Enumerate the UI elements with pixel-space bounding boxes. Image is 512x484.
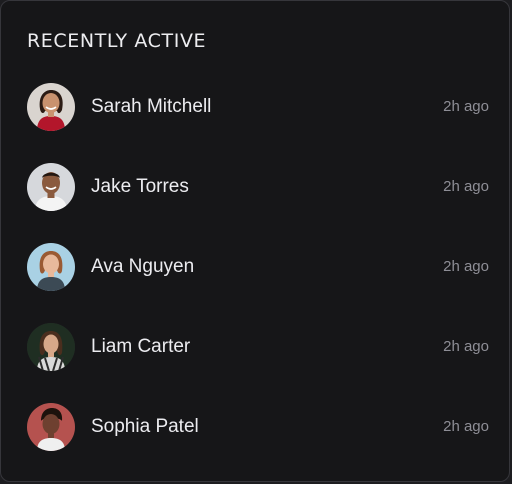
user-list-item[interactable]: Jake Torres 2h ago — [1, 159, 511, 215]
person-avatar-icon — [27, 403, 75, 451]
avatar — [27, 323, 75, 371]
user-list-item[interactable]: Sarah Mitchell 2h ago — [1, 79, 511, 135]
last-active-time: 2h ago — [443, 258, 489, 275]
recently-active-panel: RECENTLY ACTIVE Sarah Mitchell 2h ago Ja… — [0, 0, 510, 482]
user-name: Sophia Patel — [91, 416, 199, 437]
user-name: Jake Torres — [91, 176, 189, 197]
user-list-item[interactable]: Liam Carter 2h ago — [1, 319, 511, 375]
person-avatar-icon — [27, 83, 75, 131]
avatar — [27, 243, 75, 291]
user-list-item[interactable]: Ava Nguyen 2h ago — [1, 239, 511, 295]
avatar — [27, 163, 75, 211]
person-avatar-icon — [27, 243, 75, 291]
avatar — [27, 403, 75, 451]
last-active-time: 2h ago — [443, 338, 489, 355]
last-active-time: 2h ago — [443, 418, 489, 435]
user-list-item[interactable]: Sophia Patel 2h ago — [1, 399, 511, 455]
user-name: Liam Carter — [91, 336, 191, 357]
person-avatar-icon — [27, 163, 75, 211]
last-active-time: 2h ago — [443, 98, 489, 115]
user-name: Ava Nguyen — [91, 256, 195, 277]
last-active-time: 2h ago — [443, 178, 489, 195]
user-name: Sarah Mitchell — [91, 96, 212, 117]
avatar — [27, 83, 75, 131]
person-avatar-icon — [27, 323, 75, 371]
panel-title: RECENTLY ACTIVE — [27, 30, 207, 52]
